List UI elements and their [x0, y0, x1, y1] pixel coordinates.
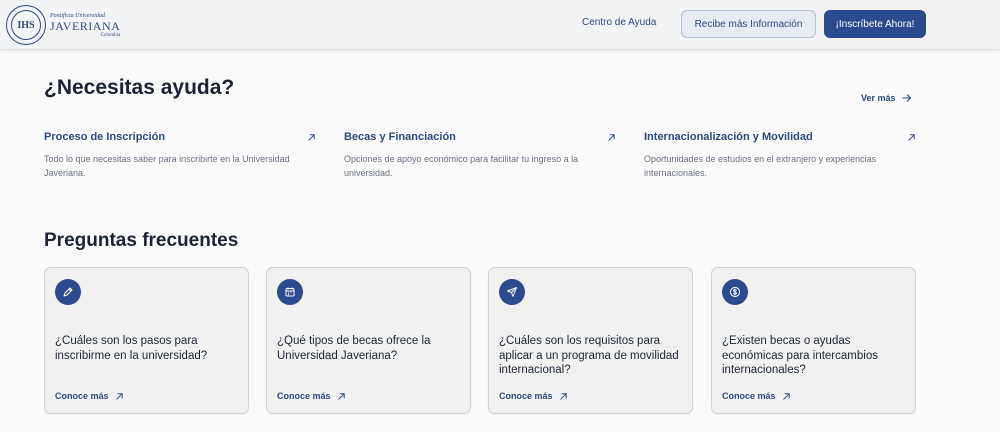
- university-logo[interactable]: IHS Pontificia Universidad JAVERIANA Col…: [6, 4, 120, 46]
- site-header: IHS Pontificia Universidad JAVERIANA Col…: [0, 0, 1000, 50]
- logo-line-2: JAVERIANA: [50, 18, 121, 33]
- learn-more-link[interactable]: Conoce más: [55, 391, 124, 401]
- faq-card-ayudas[interactable]: ¿Existen becas o ayudas económicas para …: [711, 267, 916, 414]
- help-item-title: Proceso de Inscripción: [44, 131, 166, 143]
- help-section-title: ¿Necesitas ayuda?: [44, 76, 235, 99]
- learn-more-link[interactable]: Conoce más: [277, 391, 346, 401]
- faq-question: ¿Existen becas o ayudas económicas para …: [722, 335, 878, 376]
- arrow-up-right-icon: [337, 392, 346, 401]
- arrow-up-right-icon: [607, 133, 616, 142]
- arrow-up-right-icon: [307, 133, 316, 142]
- faq-card-becas[interactable]: ¿Qué tipos de becas ofrece la Universida…: [266, 267, 471, 414]
- learn-more-link[interactable]: Conoce más: [722, 391, 791, 401]
- help-item-title: Internacionalización y Movilidad: [644, 131, 813, 143]
- arrow-right-icon: [901, 93, 912, 103]
- learn-more-label: Conoce más: [722, 391, 776, 401]
- logo-wordmark: Pontificia Universidad JAVERIANA Colombi…: [50, 13, 120, 38]
- faq-question: ¿Qué tipos de becas ofrece la Universida…: [277, 335, 431, 362]
- help-item-desc: Todo lo que necesitas saber para inscrib…: [44, 154, 290, 178]
- faq-card-inscripcion[interactable]: ¿Cuáles son los pasos para inscribirme e…: [44, 267, 249, 414]
- arrow-up-right-icon: [559, 392, 568, 401]
- faq-card-movilidad[interactable]: ¿Cuáles son los requisitos para aplicar …: [488, 267, 693, 414]
- arrow-up-right-icon: [782, 392, 791, 401]
- learn-more-label: Conoce más: [499, 391, 553, 401]
- faq-question: ¿Cuáles son los requisitos para aplicar …: [499, 335, 679, 376]
- help-center-link[interactable]: Centro de Ayuda: [582, 17, 656, 28]
- request-info-button[interactable]: Recibe más Información: [681, 10, 816, 38]
- help-item-desc: Opciones de apoyo económico para facilit…: [344, 154, 579, 178]
- help-item-becas[interactable]: Becas y Financiación Opciones de apoyo e…: [344, 131, 616, 180]
- seal-monogram: IHS: [11, 10, 41, 40]
- help-item-inscripcion[interactable]: Proceso de Inscripción Todo lo que neces…: [44, 131, 316, 180]
- signup-button[interactable]: ¡Inscríbete Ahora!: [824, 10, 926, 38]
- learn-more-label: Conoce más: [55, 391, 109, 401]
- learn-more-label: Conoce más: [277, 391, 331, 401]
- arrow-up-right-icon: [115, 392, 124, 401]
- edit-icon: [55, 279, 81, 305]
- help-item-movilidad[interactable]: Internacionalización y Movilidad Oportun…: [644, 131, 916, 180]
- see-more-link[interactable]: Ver más: [861, 93, 912, 103]
- see-more-label: Ver más: [861, 93, 896, 103]
- send-icon: [499, 279, 525, 305]
- help-item-title: Becas y Financiación: [344, 131, 456, 143]
- faq-question: ¿Cuáles son los pasos para inscribirme e…: [55, 335, 208, 362]
- dollar-icon: [722, 279, 748, 305]
- arrow-up-right-icon: [907, 133, 916, 142]
- learn-more-link[interactable]: Conoce más: [499, 391, 568, 401]
- calendar-icon: [277, 279, 303, 305]
- university-seal-icon: IHS: [6, 5, 46, 45]
- logo-line-1: Pontificia Universidad: [50, 12, 105, 19]
- faq-section-title: Preguntas frecuentes: [44, 230, 239, 251]
- logo-line-3: Colombia: [100, 32, 121, 38]
- help-item-desc: Oportunidades de estudios en el extranje…: [644, 154, 877, 178]
